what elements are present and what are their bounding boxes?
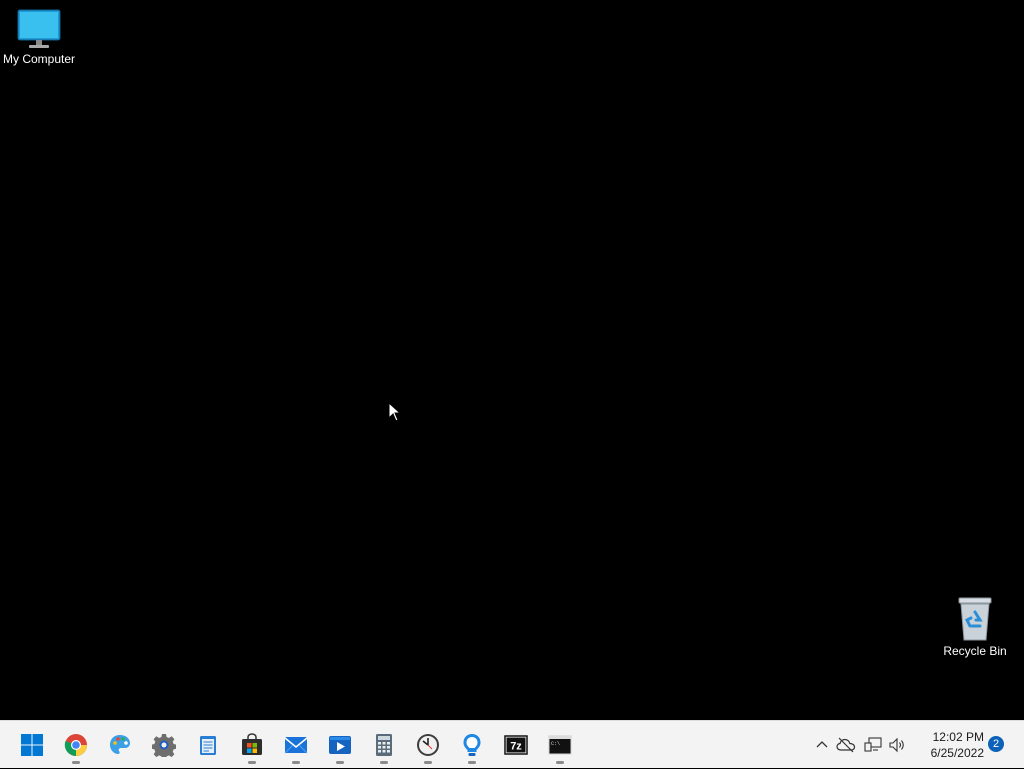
seven-zip-label: 7z (510, 741, 522, 753)
taskbar-chrome[interactable] (56, 721, 96, 769)
taskbar-media-player[interactable] (320, 721, 360, 769)
chevron-up-icon (816, 741, 828, 748)
store-bag-icon (242, 733, 262, 755)
onedrive-offline-icon (836, 737, 856, 753)
show-hidden-icons-button[interactable] (810, 721, 834, 769)
notepad-icon (200, 736, 216, 755)
desktop-icon-label: Recycle Bin (943, 644, 1007, 658)
running-indicator (468, 761, 476, 764)
calculator-icon (376, 734, 392, 756)
volume-tray-button[interactable] (886, 721, 910, 769)
clock-icon (417, 734, 439, 756)
running-indicator (380, 761, 388, 764)
recycle-bin-icon (958, 597, 992, 641)
taskbar-mail[interactable] (276, 721, 316, 769)
desktop-icon-label: My Computer (2, 52, 76, 66)
taskbar-7zip[interactable]: 7z (496, 721, 536, 769)
taskbar-clock[interactable] (408, 721, 448, 769)
running-indicator (556, 761, 564, 764)
clock-date: 6/25/2022 (930, 746, 984, 760)
chrome-icon (64, 734, 87, 756)
running-indicator (292, 761, 300, 764)
taskbar: 7z C:\ 12:02 PM 6/25/2022 (0, 720, 1024, 768)
taskbar-clock-display[interactable]: 12:02 PM 6/25/2022 (914, 729, 984, 761)
mail-icon (284, 737, 308, 754)
recycle-bin-shortcut[interactable]: Recycle Bin (935, 596, 1015, 658)
lightbulb-icon (463, 734, 481, 756)
network-icon (864, 737, 882, 752)
taskbar-store[interactable] (232, 721, 272, 769)
windows-logo-icon (21, 734, 43, 756)
paint-palette-icon (110, 735, 130, 754)
desktop[interactable]: My Computer Recycle Bin (0, 0, 1024, 720)
network-tray-button[interactable] (861, 721, 885, 769)
onedrive-tray-button[interactable] (834, 721, 858, 769)
running-indicator (248, 761, 256, 764)
monitor-icon (17, 9, 61, 48)
mouse-pointer-icon (388, 402, 402, 422)
volume-icon (889, 737, 904, 753)
taskbar-settings[interactable] (144, 721, 184, 769)
taskbar-tips[interactable] (452, 721, 492, 769)
gear-icon (152, 734, 176, 757)
taskbar-terminal[interactable]: C:\ (540, 721, 580, 769)
taskbar-calculator[interactable] (364, 721, 404, 769)
taskbar-paint[interactable] (100, 721, 140, 769)
terminal-icon: C:\ (548, 735, 572, 755)
clock-time: 12:02 PM (932, 730, 984, 744)
notification-badge[interactable]: 2 (988, 736, 1004, 752)
my-computer-shortcut[interactable]: My Computer (0, 8, 79, 66)
taskbar-notepad[interactable] (188, 721, 228, 769)
seven-zip-icon: 7z (504, 735, 528, 755)
running-indicator (72, 761, 80, 764)
running-indicator (336, 761, 344, 764)
terminal-prompt: C:\ (551, 741, 560, 747)
start-button[interactable] (12, 721, 52, 769)
media-player-icon (329, 736, 351, 754)
running-indicator (424, 761, 432, 764)
